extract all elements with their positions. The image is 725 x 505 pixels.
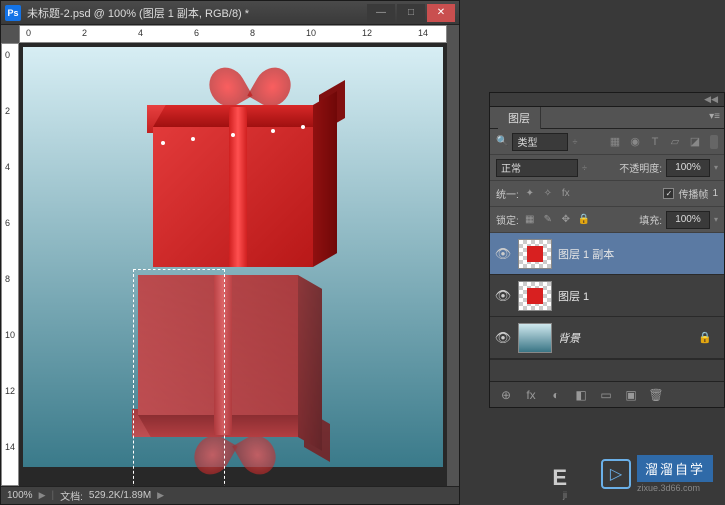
blend-row: 正常 ÷ 不透明度: 100% ▾ [490,155,724,181]
ruler-mark: 2 [82,28,87,38]
new-layer-icon[interactable]: ▣ [623,387,639,403]
lock-pixels-icon[interactable]: ✎ [541,213,555,227]
ruler-mark: 14 [5,442,15,452]
lock-indicator-icon: 🔒 [698,331,712,344]
unify-visibility-icon[interactable]: ✧ [541,187,555,201]
ruler-mark: 0 [26,28,31,38]
ruler-mark: 10 [306,28,316,38]
layers-spacer [490,359,724,381]
watermark-sub: ji [563,490,567,500]
layer-thumbnail[interactable] [518,281,552,311]
filter-shape-icon[interactable]: ▱ [668,135,682,149]
propagate-checkbox[interactable]: ✓ [663,188,674,199]
watermark-url: zixue.3d66.com [637,483,713,493]
opacity-input[interactable]: 100% [666,159,710,177]
document-window: Ps 未标题-2.psd @ 100% (图层 1 副本, RGB/8) * —… [0,0,460,505]
ruler-mark: 4 [5,162,10,172]
visibility-toggle-icon[interactable]: 👁 [494,287,512,305]
lock-all-icon[interactable]: 🔒 [577,213,591,227]
ruler-mark: 14 [418,28,428,38]
watermark-letter: E [552,465,567,491]
layer-name[interactable]: 图层 1 副本 [558,246,614,262]
unify-label: 统一: [496,186,519,201]
ruler-vertical[interactable]: 0 2 4 6 8 10 12 14 [1,43,19,486]
status-menu-icon[interactable]: ▶ [157,490,164,501]
layer-row[interactable]: 👁 图层 1 副本 [490,233,724,275]
propagate-label: 传播帧 [678,186,708,201]
canvas-area[interactable] [19,43,447,486]
lock-label: 锁定: [496,212,519,227]
filter-type-icon[interactable]: T [648,135,662,149]
layer-fx-icon[interactable]: fx [523,387,539,403]
layer-row[interactable]: 👁 图层 1 [490,275,724,317]
layer-mask-icon[interactable]: ◐ [548,387,564,403]
layer-name[interactable]: 图层 1 [558,288,589,304]
ruler-mark: 12 [362,28,372,38]
ruler-mark: 8 [250,28,255,38]
filter-adjustment-icon[interactable]: ◉ [628,135,642,149]
unify-style-icon[interactable]: fx [559,187,573,201]
filter-toggle-switch[interactable] [710,135,718,149]
ruler-mark: 6 [5,218,10,228]
tab-layers[interactable]: 图层 [498,107,541,129]
document-title: 未标题-2.psd @ 100% (图层 1 副本, RGB/8) * [27,5,367,21]
minimize-button[interactable]: — [367,4,395,22]
layer-thumbnail[interactable] [518,323,552,353]
layers-panel: 图层 ▾≡ 🔍 类型 ÷ ▦ ◉ T ▱ ◪ 正常 ÷ 不透明度: 100% ▾… [489,106,725,408]
marquee-selection[interactable] [133,269,225,486]
opacity-label: 不透明度: [619,160,662,175]
layer-group-icon[interactable]: ▭ [598,387,614,403]
close-button[interactable]: ✕ [427,4,455,22]
unify-row: 统一: ✦ ✧ fx ✓ 传播帧 1 [490,181,724,207]
doc-size-value: 529.2K/1.89M [89,490,151,501]
link-layers-icon[interactable]: ⊕ [498,387,514,403]
visibility-toggle-icon[interactable]: 👁 [494,245,512,263]
layer-filter-row: 🔍 类型 ÷ ▦ ◉ T ▱ ◪ [490,129,724,155]
filter-smart-icon[interactable]: ◪ [688,135,702,149]
ruler-mark: 4 [138,28,143,38]
ruler-horizontal[interactable]: 0 2 4 6 8 10 12 14 [19,25,447,43]
lock-row: 锁定: ▦ ✎ ✥ 🔒 填充: 100% ▾ [490,207,724,233]
layer-thumbnail[interactable] [518,239,552,269]
maximize-button[interactable]: □ [397,4,425,22]
ruler-mark: 10 [5,330,15,340]
fill-input[interactable]: 100% [666,211,710,229]
panel-tabs: 图层 ▾≡ [490,107,724,129]
blend-mode-select[interactable]: 正常 [496,159,578,177]
collapse-icon[interactable]: ◀◀ [704,94,718,105]
visibility-toggle-icon[interactable]: 👁 [494,329,512,347]
unify-position-icon[interactable]: ✦ [523,187,537,201]
fill-label: 填充: [639,212,662,227]
layers-list: 👁 图层 1 副本 👁 图层 1 👁 背景 🔒 [490,233,724,381]
panel-collapse-bar[interactable]: ◀◀ [489,92,725,106]
zoom-level[interactable]: 100% [7,490,33,501]
doc-size-label: 文档: [60,488,83,503]
gift-box-image [143,67,323,267]
zoom-menu-icon[interactable]: ▶ [39,490,46,501]
status-bar: 100% ▶ | 文档: 529.2K/1.89M ▶ [1,486,459,504]
ruler-mark: 2 [5,106,10,116]
watermark-brand: 溜溜自学 [637,455,713,482]
layer-row[interactable]: 👁 背景 🔒 [490,317,724,359]
propagate-value: 1 [712,188,718,199]
lock-transparency-icon[interactable]: ▦ [523,213,537,227]
layer-name[interactable]: 背景 [558,330,580,346]
delete-layer-icon[interactable]: 🗑 [648,387,664,403]
ruler-mark: 12 [5,386,15,396]
canvas[interactable] [23,47,443,467]
ruler-mark: 0 [5,50,10,60]
panel-menu-icon[interactable]: ▾≡ [709,111,720,122]
filter-type-select[interactable]: 类型 [512,133,568,151]
ruler-mark: 8 [5,274,10,284]
lock-position-icon[interactable]: ✥ [559,213,573,227]
adjustment-layer-icon[interactable]: ◧ [573,387,589,403]
filter-pixel-icon[interactable]: ▦ [608,135,622,149]
watermark: ▷ 溜溜自学 zixue.3d66.com [601,455,713,493]
play-icon: ▷ [601,459,631,489]
titlebar[interactable]: Ps 未标题-2.psd @ 100% (图层 1 副本, RGB/8) * —… [1,1,459,25]
filter-search-icon[interactable]: 🔍 [496,136,508,147]
layers-panel-footer: ⊕ fx ◐ ◧ ▭ ▣ 🗑 [490,381,724,407]
photoshop-icon: Ps [5,5,21,21]
ruler-mark: 6 [194,28,199,38]
